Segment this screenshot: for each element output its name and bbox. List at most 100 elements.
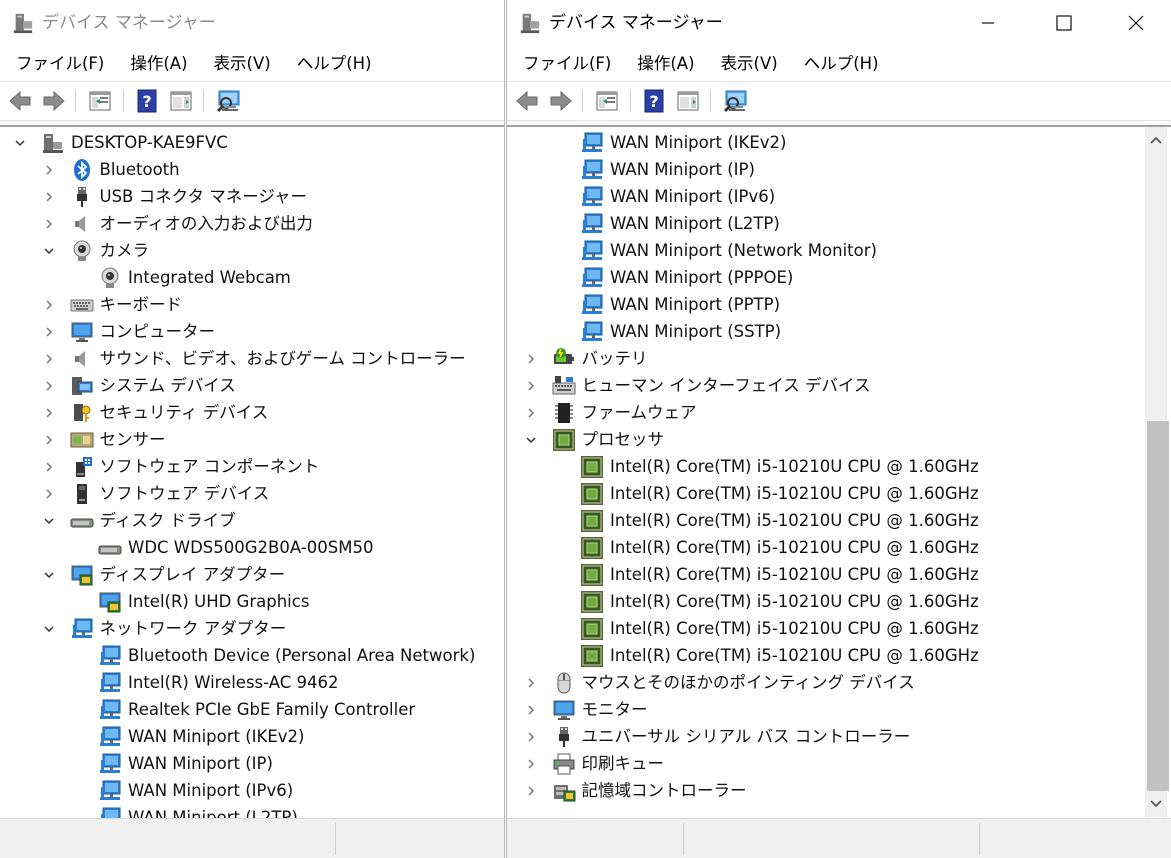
scan-hardware-icon[interactable] bbox=[216, 88, 242, 114]
tree-item[interactable]: WAN Miniport (PPTP) bbox=[552, 291, 780, 318]
tree-item[interactable]: ディスク ドライブ bbox=[42, 507, 236, 534]
tree-item[interactable]: ヒューマン インターフェイス デバイス bbox=[524, 372, 871, 399]
tree-item[interactable]: Bluetooth bbox=[42, 156, 180, 183]
tree-item[interactable]: コンピューター bbox=[42, 318, 215, 345]
scan-hardware-icon[interactable] bbox=[723, 88, 749, 114]
tree-item[interactable]: WAN Miniport (L2TP) bbox=[552, 210, 780, 237]
tree-expander[interactable] bbox=[42, 514, 56, 528]
help-icon[interactable] bbox=[134, 88, 160, 114]
tree-item[interactable]: WAN Miniport (IPv6) bbox=[552, 183, 775, 210]
forward-icon[interactable] bbox=[548, 88, 574, 114]
tree-expander[interactable] bbox=[42, 163, 56, 177]
tree-item[interactable]: Intel(R) Core(TM) i5-10210U CPU @ 1.60GH… bbox=[552, 534, 979, 561]
tree-item[interactable]: マウスとそのほかのポインティング デバイス bbox=[524, 669, 915, 696]
tree-item[interactable]: モニター bbox=[524, 696, 648, 723]
menu-action[interactable]: 操作(A) bbox=[626, 48, 705, 80]
tree-expander[interactable] bbox=[42, 352, 56, 366]
tree-item[interactable]: Bluetooth Device (Personal Area Network) bbox=[70, 642, 475, 669]
tree-item[interactable]: システム デバイス bbox=[42, 372, 236, 399]
tree-item[interactable]: Intel(R) Wireless-AC 9462 bbox=[70, 669, 339, 696]
tree-item[interactable]: WAN Miniport (IKEv2) bbox=[70, 723, 304, 750]
tree-item[interactable]: WAN Miniport (IKEv2) bbox=[552, 129, 786, 156]
tree-item[interactable]: ディスプレイ アダプター bbox=[42, 561, 285, 588]
tree-expander[interactable] bbox=[524, 676, 538, 690]
tree-item[interactable]: バッテリ bbox=[524, 345, 648, 372]
tree-item[interactable]: WAN Miniport (Network Monitor) bbox=[552, 237, 877, 264]
tree-item[interactable]: Intel(R) Core(TM) i5-10210U CPU @ 1.60GH… bbox=[552, 480, 979, 507]
tree-item[interactable]: Intel(R) Core(TM) i5-10210U CPU @ 1.60GH… bbox=[552, 642, 979, 669]
tree-item[interactable]: 記憶域コントローラー bbox=[524, 777, 747, 804]
menu-help[interactable]: ヘルプ(H) bbox=[286, 48, 383, 80]
tree-item[interactable]: 印刷キュー bbox=[524, 750, 664, 777]
tree-expander[interactable] bbox=[42, 406, 56, 420]
action-pane-icon[interactable] bbox=[675, 88, 701, 114]
tree-item[interactable]: ソフトウェア デバイス bbox=[42, 480, 269, 507]
title-bar[interactable]: デバイス マネージャー bbox=[0, 0, 504, 46]
tree-expander[interactable] bbox=[42, 190, 56, 204]
tree-item[interactable]: WAN Miniport (PPPOE) bbox=[552, 264, 793, 291]
device-tree[interactable]: DESKTOP-KAE9FVC Bluetooth USB コネクタ マネージャーオ… bbox=[0, 125, 504, 820]
tree-item[interactable]: USB コネクタ マネージャー bbox=[42, 183, 307, 210]
vertical-scrollbar[interactable] bbox=[1145, 127, 1169, 817]
tree-item[interactable]: カメラ bbox=[42, 237, 149, 264]
tree-item[interactable]: ユニバーサル シリアル バス コントローラー bbox=[524, 723, 910, 750]
scroll-down-button[interactable] bbox=[1145, 795, 1167, 813]
tree-item[interactable]: WDC WDS500G2B0A-00SM50 bbox=[70, 534, 373, 561]
tree-expander[interactable] bbox=[42, 568, 56, 582]
tree-item[interactable]: Intel(R) Core(TM) i5-10210U CPU @ 1.60GH… bbox=[552, 507, 979, 534]
back-icon[interactable] bbox=[514, 88, 540, 114]
tree-item[interactable]: WAN Miniport (SSTP) bbox=[552, 318, 781, 345]
tree-expander[interactable] bbox=[524, 703, 538, 717]
tree-expander[interactable] bbox=[524, 352, 538, 366]
action-pane-icon[interactable] bbox=[168, 88, 194, 114]
tree-item[interactable]: WAN Miniport (IPv6) bbox=[70, 777, 293, 804]
minimize-button[interactable] bbox=[952, 0, 1024, 46]
tree-item[interactable]: ネットワーク アダプター bbox=[42, 615, 286, 642]
tree-item[interactable]: DESKTOP-KAE9FVC bbox=[13, 129, 228, 156]
tree-item[interactable]: セキュリティ デバイス bbox=[42, 399, 268, 426]
tree-expander[interactable] bbox=[42, 298, 56, 312]
tree-item[interactable]: Intel(R) Core(TM) i5-10210U CPU @ 1.60GH… bbox=[552, 561, 979, 588]
title-bar[interactable]: デバイス マネージャー bbox=[507, 0, 1171, 46]
properties-icon[interactable] bbox=[87, 88, 113, 114]
tree-expander[interactable] bbox=[524, 379, 538, 393]
forward-icon[interactable] bbox=[41, 88, 67, 114]
tree-expander[interactable] bbox=[524, 433, 538, 447]
tree-item[interactable]: Intel(R) Core(TM) i5-10210U CPU @ 1.60GH… bbox=[552, 615, 979, 642]
menu-file[interactable]: ファイル(F) bbox=[512, 48, 622, 80]
tree-item[interactable]: WAN Miniport (IP) bbox=[552, 156, 755, 183]
close-button[interactable] bbox=[1100, 0, 1171, 46]
tree-expander[interactable] bbox=[42, 487, 56, 501]
menu-view[interactable]: 表示(V) bbox=[203, 48, 282, 80]
tree-expander[interactable] bbox=[42, 244, 56, 258]
tree-item[interactable]: オーディオの入力および出力 bbox=[42, 210, 313, 237]
tree-item[interactable]: プロセッサ bbox=[524, 426, 664, 453]
back-icon[interactable] bbox=[7, 88, 33, 114]
tree-expander[interactable] bbox=[42, 433, 56, 447]
tree-item[interactable]: Intel(R) Core(TM) i5-10210U CPU @ 1.60GH… bbox=[552, 453, 979, 480]
tree-expander[interactable] bbox=[524, 757, 538, 771]
tree-item[interactable]: ファームウェア bbox=[524, 399, 697, 426]
tree-expander[interactable] bbox=[42, 325, 56, 339]
help-icon[interactable] bbox=[641, 88, 667, 114]
menu-view[interactable]: 表示(V) bbox=[710, 48, 789, 80]
maximize-button[interactable] bbox=[1028, 0, 1100, 46]
tree-expander[interactable] bbox=[524, 406, 538, 420]
tree-expander[interactable] bbox=[13, 136, 27, 150]
tree-expander[interactable] bbox=[524, 730, 538, 744]
tree-item[interactable]: Intel(R) UHD Graphics bbox=[70, 588, 309, 615]
tree-expander[interactable] bbox=[524, 784, 538, 798]
tree-item[interactable]: Intel(R) Core(TM) i5-10210U CPU @ 1.60GH… bbox=[552, 588, 979, 615]
tree-item[interactable]: キーボード bbox=[42, 291, 182, 318]
menu-help[interactable]: ヘルプ(H) bbox=[793, 48, 890, 80]
properties-icon[interactable] bbox=[594, 88, 620, 114]
scroll-up-button[interactable] bbox=[1145, 131, 1167, 149]
tree-expander[interactable] bbox=[42, 622, 56, 636]
tree-item[interactable]: ソフトウェア コンポーネント bbox=[42, 453, 319, 480]
tree-item[interactable]: Realtek PCIe GbE Family Controller bbox=[70, 696, 415, 723]
tree-item[interactable]: Integrated Webcam bbox=[70, 264, 291, 291]
tree-item[interactable]: WAN Miniport (IP) bbox=[70, 750, 273, 777]
tree-expander[interactable] bbox=[42, 460, 56, 474]
scroll-thumb[interactable] bbox=[1147, 421, 1169, 791]
device-tree[interactable]: WAN Miniport (IKEv2) WAN Miniport (IP) WAN… bbox=[507, 125, 1171, 820]
